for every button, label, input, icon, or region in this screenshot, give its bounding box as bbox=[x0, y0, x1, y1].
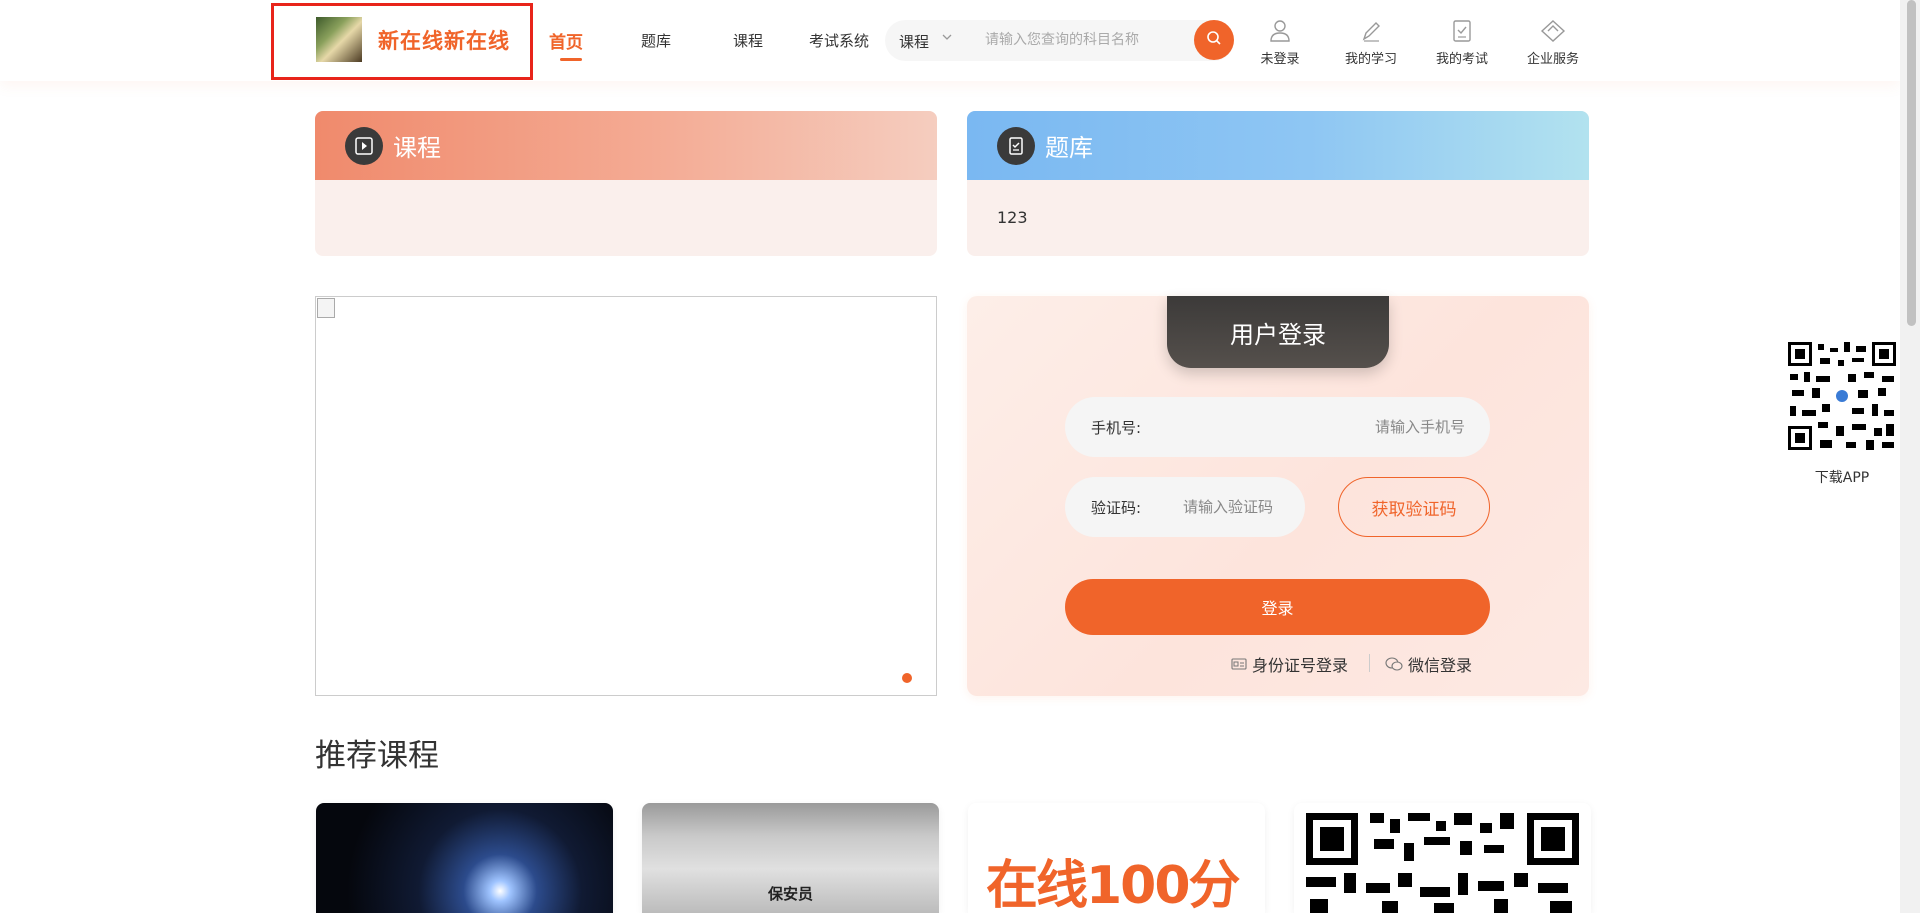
search-button[interactable] bbox=[1194, 20, 1234, 60]
phone-field: 手机号: bbox=[1065, 397, 1490, 457]
nav-question-bank[interactable]: 题库 bbox=[641, 30, 671, 51]
qr-code-image bbox=[1306, 813, 1579, 913]
page-scrollbar-thumb[interactable] bbox=[1907, 0, 1916, 326]
course-card-security-guard[interactable]: 保安员 bbox=[642, 803, 939, 913]
nav-my-learning-label: 我的学习 bbox=[1344, 52, 1397, 67]
clipboard-icon bbox=[1427, 18, 1497, 44]
code-field-label: 验证码: bbox=[1091, 499, 1142, 517]
search-icon bbox=[1206, 30, 1222, 50]
login-panel: 用户登录 手机号: 验证码: 获取验证码 登录 身份证号登录 微信登录 bbox=[967, 296, 1589, 696]
login-title: 用户登录 bbox=[1230, 320, 1326, 349]
enterprise-icon bbox=[1518, 18, 1588, 44]
search-category-select[interactable]: 课程 bbox=[899, 31, 929, 52]
get-code-button[interactable]: 获取验证码 bbox=[1338, 477, 1490, 537]
course-card-caption: 保安员 bbox=[767, 885, 813, 903]
course-card-online-100[interactable]: 在线100分 bbox=[968, 803, 1265, 913]
recommended-courses-title: 推荐课程 bbox=[315, 738, 439, 774]
login-options-divider bbox=[1369, 654, 1370, 672]
pencil-icon bbox=[1336, 18, 1406, 44]
question-bank-card-body: 123 bbox=[997, 208, 1028, 227]
wechat-icon bbox=[1385, 656, 1403, 672]
banner-carousel[interactable] bbox=[315, 296, 937, 696]
course-card-brand-text: 在线100分 bbox=[986, 856, 1241, 913]
search-bar: 课程 bbox=[885, 20, 1234, 61]
nav-exam-system[interactable]: 考试系统 bbox=[809, 30, 869, 51]
nav-enterprise-service-label: 企业服务 bbox=[1526, 52, 1579, 67]
code-input[interactable] bbox=[1183, 495, 1293, 519]
nav-courses[interactable]: 课程 bbox=[733, 30, 763, 51]
login-title-tab: 用户登录 bbox=[1167, 296, 1389, 368]
course-card[interactable]: 课程 bbox=[315, 111, 937, 256]
chevron-down-icon[interactable] bbox=[940, 30, 954, 48]
top-header: 新在线新在线 首页 题库 课程 考试系统 课程 未登录 我的学习 我的考试 bbox=[0, 0, 1900, 81]
user-icon bbox=[1245, 18, 1315, 44]
question-bank-card-title: 题库 bbox=[1045, 134, 1093, 162]
course-card-qr[interactable] bbox=[1294, 803, 1591, 913]
phone-input[interactable] bbox=[1265, 415, 1465, 439]
question-bank-card-header: 题库 bbox=[967, 111, 1589, 180]
site-name[interactable]: 新在线新在线 bbox=[378, 25, 510, 55]
phone-field-label: 手机号: bbox=[1091, 419, 1142, 437]
nav-my-exams-label: 我的考试 bbox=[1435, 52, 1488, 67]
nav-my-exams[interactable]: 我的考试 bbox=[1427, 18, 1497, 67]
broken-image-icon bbox=[317, 298, 335, 318]
nav-my-learning[interactable]: 我的学习 bbox=[1336, 18, 1406, 67]
download-app-label[interactable]: 下载APP bbox=[1786, 467, 1898, 487]
login-button[interactable]: 登录 bbox=[1065, 579, 1490, 635]
course-card-title: 课程 bbox=[393, 134, 441, 162]
qr-code-image bbox=[1788, 342, 1896, 450]
id-card-login-link[interactable]: 身份证号登录 bbox=[1231, 652, 1348, 676]
course-card-earth[interactable] bbox=[316, 803, 613, 913]
id-card-login-label: 身份证号登录 bbox=[1252, 656, 1349, 675]
wechat-login-link[interactable]: 微信登录 bbox=[1385, 652, 1472, 676]
nav-login-status[interactable]: 未登录 bbox=[1245, 18, 1315, 67]
nav-enterprise-service[interactable]: 企业服务 bbox=[1518, 18, 1588, 67]
course-card-body bbox=[315, 180, 937, 208]
code-field: 验证码: bbox=[1065, 477, 1305, 537]
nav-login-status-label: 未登录 bbox=[1260, 52, 1300, 67]
course-card-header: 课程 bbox=[315, 111, 937, 180]
download-app-qr[interactable] bbox=[1786, 340, 1898, 452]
checklist-icon bbox=[997, 126, 1035, 165]
play-icon bbox=[345, 126, 383, 165]
question-bank-card[interactable]: 题库 123 bbox=[967, 111, 1589, 256]
carousel-indicator-dot[interactable] bbox=[902, 673, 912, 683]
search-input[interactable] bbox=[985, 28, 1175, 52]
wechat-login-label: 微信登录 bbox=[1408, 656, 1473, 675]
nav-active-indicator bbox=[560, 58, 582, 61]
site-logo-image[interactable] bbox=[316, 17, 362, 62]
nav-home[interactable]: 首页 bbox=[549, 28, 583, 53]
id-card-icon bbox=[1231, 657, 1247, 671]
